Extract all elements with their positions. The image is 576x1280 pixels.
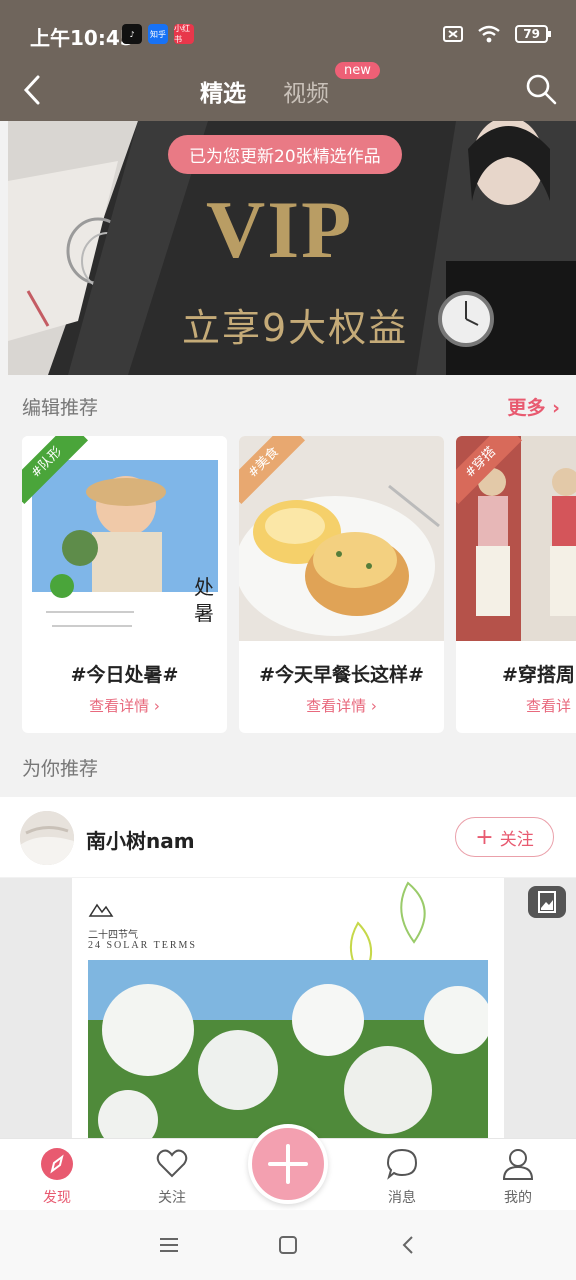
vip-banner[interactable]: 已为您更新20张精选作品 VIP 立享9大权益 [8, 121, 576, 375]
mountain-icon [88, 903, 114, 917]
banner-message: 已为您更新20张精选作品 [168, 135, 402, 174]
vip-logo: VIP [206, 184, 354, 275]
nav-label: 我的 [504, 1190, 532, 1206]
nav-label: 发现 [43, 1190, 71, 1206]
card-detail-label: 查看详 [526, 697, 572, 715]
hydrangea-photo [88, 960, 488, 1138]
nav-messages[interactable]: 消息 [362, 1147, 442, 1207]
back-icon[interactable] [400, 1234, 416, 1256]
card-detail-label: 查看详情 [306, 697, 367, 715]
card-breakfast[interactable]: #美食 #今天早餐长这样# 查看详情 › [239, 436, 444, 733]
nav-label: 消息 [388, 1190, 416, 1206]
card-detail-link[interactable]: 查看详情 › [22, 695, 227, 716]
card-chushu[interactable]: 处 暑 #队形 #今日处暑# 查看详情 › [22, 436, 227, 733]
wifi-icon [478, 25, 501, 43]
editor-picks-title: 编辑推荐 [22, 397, 99, 419]
back-arrow-icon[interactable] [18, 72, 48, 108]
menu-icon[interactable] [158, 1236, 180, 1254]
nav-follow[interactable]: 关注 [132, 1147, 212, 1207]
xiaohongshu-icon: 小红书 [174, 24, 194, 44]
post-image[interactable]: 二十四节气 24 SOLAR TERMS [0, 878, 576, 1138]
profile-icon [502, 1149, 534, 1180]
card-detail-label: 查看详情 [89, 697, 150, 715]
editor-picks-carousel[interactable]: 处 暑 #队形 #今日处暑# 查看详情 › #美食 #今天早餐长这样# 查看详情… [22, 436, 576, 734]
for-you-title: 为你推荐 [22, 758, 99, 780]
plus-icon: + [475, 824, 494, 850]
username[interactable]: 南小树nam [86, 825, 195, 854]
plus-icon [268, 1144, 308, 1184]
tab-video[interactable]: 视频 [283, 74, 329, 108]
solar-terms-cn: 二十四节气 [88, 930, 138, 941]
solar-terms-en: 24 SOLAR TERMS [88, 940, 197, 951]
card-title: #穿搭周 [502, 664, 575, 686]
sim-off-icon [443, 26, 464, 42]
tiktok-icon: ♪ [122, 24, 142, 44]
search-icon[interactable] [524, 72, 558, 106]
follow-button[interactable]: + 关注 [455, 817, 554, 857]
follow-label: 关注 [499, 829, 534, 850]
more-link[interactable]: 更多 › [508, 393, 560, 420]
nav-label: 关注 [158, 1190, 186, 1206]
svg-text:暑: 暑 [194, 603, 214, 625]
discover-icon [41, 1148, 73, 1180]
image-icon [538, 891, 556, 913]
chevron-right-icon: › [552, 397, 560, 419]
notification-icons: ♪ 知乎 小红书 [122, 24, 194, 44]
status-right: 79 [443, 25, 551, 43]
banner-slogan: 立享9大权益 [182, 306, 409, 350]
home-icon[interactable] [278, 1235, 298, 1255]
card-detail-link[interactable]: 查看详情 › [239, 695, 444, 716]
status-bar: 上午10:45 ♪ 知乎 小红书 79 [0, 0, 576, 60]
more-label: 更多 [507, 397, 546, 419]
avatar[interactable] [20, 811, 74, 865]
system-nav-bar [0, 1210, 576, 1280]
battery-indicator: 79 [515, 25, 551, 43]
tab-featured[interactable]: 精选 [200, 74, 246, 108]
nav-discover[interactable]: 发现 [17, 1147, 97, 1207]
heart-icon [156, 1149, 188, 1178]
avatar-image [20, 811, 74, 865]
message-icon [386, 1148, 418, 1180]
svg-text:处: 处 [194, 576, 214, 599]
card-outfit[interactable]: #穿搭 #穿搭周 查看详 [456, 436, 576, 733]
status-time: 上午10:45 [30, 26, 134, 50]
banner-decoration-right [416, 121, 576, 375]
new-badge: new [335, 62, 380, 79]
header: 精选 视频 new [0, 60, 576, 121]
nav-profile[interactable]: 我的 [478, 1147, 558, 1207]
post-author-row: 南小树nam + 关注 [0, 797, 576, 877]
gallery-icon[interactable] [528, 886, 566, 918]
card-title: #今日处暑# [70, 664, 179, 686]
card-detail-link[interactable]: 查看详 [456, 695, 576, 716]
card-title: #今天早餐长这样# [259, 664, 424, 686]
zhihu-icon: 知乎 [148, 24, 168, 44]
top-bar: 上午10:45 ♪ 知乎 小红书 79 精选 视频 new [0, 0, 576, 121]
create-post-button[interactable] [248, 1124, 328, 1204]
